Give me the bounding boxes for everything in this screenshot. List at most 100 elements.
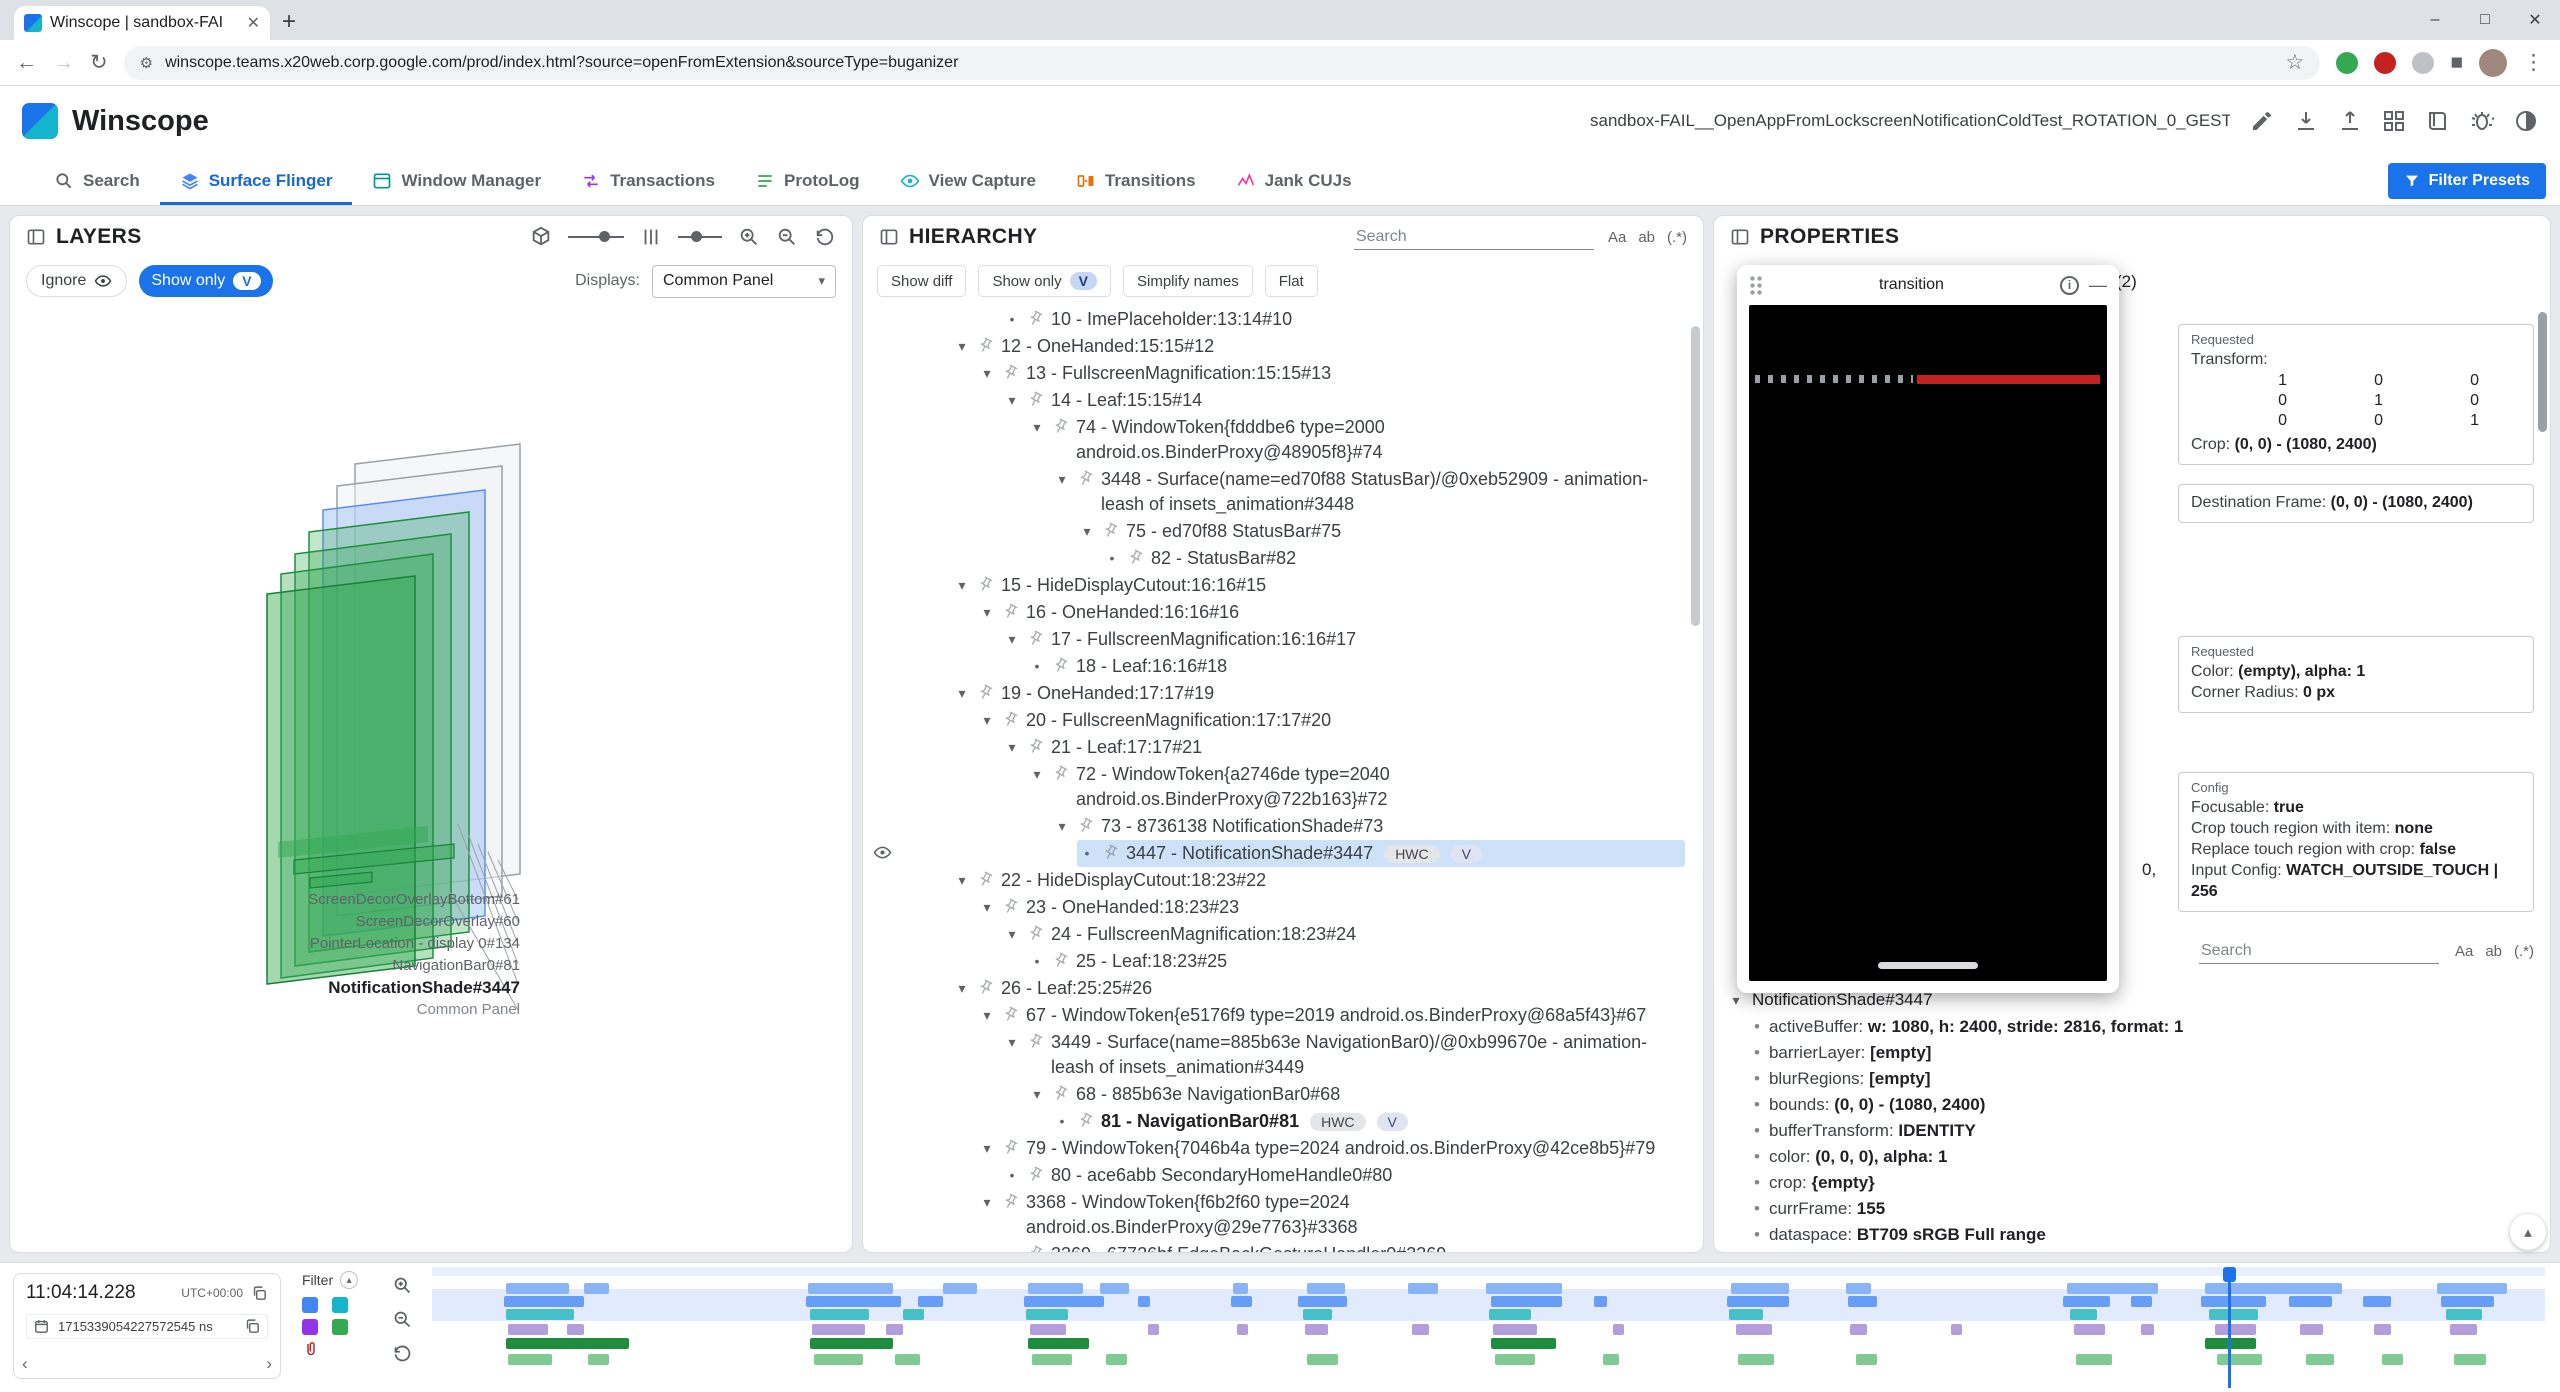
expand-chevron-icon[interactable]: ▾ xyxy=(954,334,970,358)
tree-node[interactable]: •80 - ace6abb SecondaryHomeHandle0#80 xyxy=(863,1162,1703,1189)
property-item[interactable]: •barrierLayer: [empty] xyxy=(1714,1040,2550,1066)
pin-icon[interactable] xyxy=(974,573,997,596)
3d-rotation-icon[interactable] xyxy=(530,226,552,248)
documentation-icon[interactable] xyxy=(2426,109,2450,133)
pin-icon[interactable] xyxy=(999,1003,1022,1026)
expand-chevron-icon[interactable]: ▾ xyxy=(1004,735,1020,759)
panel-collapse-icon[interactable] xyxy=(26,227,46,247)
match-word-icon[interactable]: ab xyxy=(1638,229,1655,246)
pin-icon[interactable] xyxy=(1049,949,1072,972)
layer-label[interactable]: NavigationBar0#81 xyxy=(160,955,520,977)
profile-avatar[interactable] xyxy=(2479,49,2507,77)
tree-node[interactable]: ▾73 - 8736138 NotificationShade#73 xyxy=(863,813,1703,840)
pin-icon[interactable] xyxy=(999,708,1022,731)
pin-icon[interactable] xyxy=(1024,1163,1047,1186)
show-only-visible-chip[interactable]: Show only V xyxy=(139,265,272,297)
tree-node[interactable]: ▾17 - FullscreenMagnification:16:16#17 xyxy=(863,626,1703,653)
copy-ns-icon[interactable] xyxy=(244,1318,261,1335)
maximize-icon[interactable]: □ xyxy=(2460,0,2510,40)
tree-node[interactable]: ▾79 - WindowToken{7046b4a type=2024 andr… xyxy=(863,1135,1703,1162)
transactions-trace-icon[interactable] xyxy=(302,1319,318,1335)
reload-icon[interactable]: ↻ xyxy=(90,50,108,75)
property-item[interactable]: •dataspace: BT709 sRGB Full range xyxy=(1714,1222,2550,1248)
tab-search[interactable]: Search xyxy=(34,156,160,205)
close-icon[interactable]: ✕ xyxy=(2510,0,2560,40)
next-entry-icon[interactable]: › xyxy=(266,1354,272,1374)
tree-node[interactable]: •3447 - NotificationShade#3447HWCV xyxy=(863,840,1703,867)
minimize-dialog-icon[interactable]: — xyxy=(2089,280,2107,290)
minimize-icon[interactable]: – xyxy=(2410,0,2460,40)
expand-chevron-icon[interactable]: ▾ xyxy=(954,868,970,892)
timeline-cursor-handle[interactable] xyxy=(2223,1267,2236,1282)
tree-node[interactable]: ▾3368 - WindowToken{f6b2f60 type=2024 an… xyxy=(863,1189,1703,1241)
expand-chevron-icon[interactable]: ▾ xyxy=(979,1136,995,1160)
tree-node[interactable]: •81 - NavigationBar0#81HWCV xyxy=(863,1108,1703,1135)
expand-chevron-icon[interactable]: ▾ xyxy=(1054,467,1070,491)
layers-3d-canvas[interactable]: ScreenDecorOverlayBottom#61ScreenDecorOv… xyxy=(10,304,852,1252)
filter-presets-button[interactable]: Filter Presets xyxy=(2388,163,2546,199)
edit-icon[interactable] xyxy=(2250,109,2274,133)
expand-chevron-icon[interactable]: ▾ xyxy=(1004,388,1020,412)
hierarchy-scrollbar[interactable] xyxy=(1691,326,1700,626)
expand-chevron-icon[interactable]: ▾ xyxy=(1029,762,1045,786)
tree-node[interactable]: ▾12 - OneHanded:15:15#12 xyxy=(863,333,1703,360)
collapse-filter-icon[interactable]: ▴ xyxy=(340,1271,358,1289)
pin-icon[interactable] xyxy=(974,976,997,999)
pin-icon[interactable] xyxy=(974,868,997,891)
pin-icon[interactable] xyxy=(1124,546,1147,569)
layer-label[interactable]: NotificationShade#3447 xyxy=(160,977,520,999)
pin-icon[interactable] xyxy=(999,600,1022,623)
window-manager-trace-icon[interactable] xyxy=(332,1297,348,1313)
pin-icon[interactable] xyxy=(1074,467,1097,490)
expand-chevron-icon[interactable]: ▾ xyxy=(1054,814,1070,838)
browser-tab[interactable]: Winscope | sandbox-FAI ✕ xyxy=(14,6,270,40)
timeline-canvas[interactable] xyxy=(432,1267,2545,1388)
layer-label[interactable]: ScreenDecorOverlayBottom#61 xyxy=(160,889,520,911)
tree-node[interactable]: ▾74 - WindowToken{fdddbe6 type=2000 andr… xyxy=(863,414,1703,466)
expand-chevron-icon[interactable]: ▾ xyxy=(979,708,995,732)
regex-icon[interactable]: (.*) xyxy=(1667,229,1687,246)
tree-node[interactable]: ▾67 - WindowToken{e5176f9 type=2019 andr… xyxy=(863,1002,1703,1029)
extensions-puzzle-icon[interactable]: ■ xyxy=(2450,51,2463,75)
tab-transitions[interactable]: Transitions xyxy=(1056,156,1216,205)
simplify-names-button[interactable]: Simplify names xyxy=(1123,265,1253,297)
download-icon[interactable] xyxy=(2294,109,2318,133)
properties-search-input[interactable]: Search xyxy=(2199,939,2439,964)
tab-close-icon[interactable]: ✕ xyxy=(247,13,260,33)
flat-button[interactable]: Flat xyxy=(1265,265,1318,297)
tree-node[interactable]: ▾14 - Leaf:15:15#14 xyxy=(863,387,1703,414)
spacing-slider[interactable] xyxy=(678,236,722,238)
reset-view-icon[interactable] xyxy=(814,226,836,248)
tree-node[interactable]: ▾3449 - Surface(name=885b63e NavigationB… xyxy=(863,1029,1703,1081)
tree-node[interactable]: ▾23 - OneHanded:18:23#23 xyxy=(863,894,1703,921)
displays-select[interactable]: Common Panel ▾ xyxy=(652,265,836,298)
tab-jank-cujs[interactable]: Jank CUJs xyxy=(1216,156,1372,205)
tab-view-capture[interactable]: View Capture xyxy=(880,156,1056,205)
tree-node[interactable]: ▾16 - OneHanded:16:16#16 xyxy=(863,599,1703,626)
visibility-eye-icon[interactable] xyxy=(873,843,892,862)
tree-node[interactable]: ▾24 - FullscreenMagnification:18:23#24 xyxy=(863,921,1703,948)
pin-icon[interactable] xyxy=(1024,922,1047,945)
tree-node[interactable]: ▾13 - FullscreenMagnification:15:15#13 xyxy=(863,360,1703,387)
pin-icon[interactable] xyxy=(1074,1109,1097,1132)
pin-icon[interactable] xyxy=(1024,388,1047,411)
hierarchy-search-input[interactable]: Search xyxy=(1354,225,1594,250)
expand-timeline-button[interactable]: ▴ xyxy=(2510,1214,2546,1250)
forward-icon[interactable]: → xyxy=(53,51,74,75)
panel-collapse-icon[interactable] xyxy=(879,227,899,247)
back-icon[interactable]: ← xyxy=(16,51,37,75)
tree-node[interactable]: ▾22 - HideDisplayCutout:18:23#22 xyxy=(863,867,1703,894)
property-item[interactable]: •activeBuffer: w: 1080, h: 2400, stride:… xyxy=(1714,1014,2550,1040)
match-case-icon[interactable]: Aa xyxy=(2455,943,2473,960)
pin-icon[interactable] xyxy=(1049,654,1072,677)
pin-icon[interactable] xyxy=(1099,519,1122,542)
property-item[interactable]: •crop: {empty} xyxy=(1714,1170,2550,1196)
timeline-cursor[interactable] xyxy=(2228,1267,2231,1388)
pin-icon[interactable] xyxy=(1049,762,1072,785)
pin-icon[interactable] xyxy=(1049,1082,1072,1105)
pin-icon[interactable] xyxy=(999,895,1022,918)
tree-node[interactable]: ▾15 - HideDisplayCutout:16:16#15 xyxy=(863,572,1703,599)
pin-icon[interactable] xyxy=(974,681,997,704)
reset-zoom-icon[interactable] xyxy=(392,1343,413,1364)
bookmark-star-icon[interactable]: ☆ xyxy=(2285,50,2304,75)
